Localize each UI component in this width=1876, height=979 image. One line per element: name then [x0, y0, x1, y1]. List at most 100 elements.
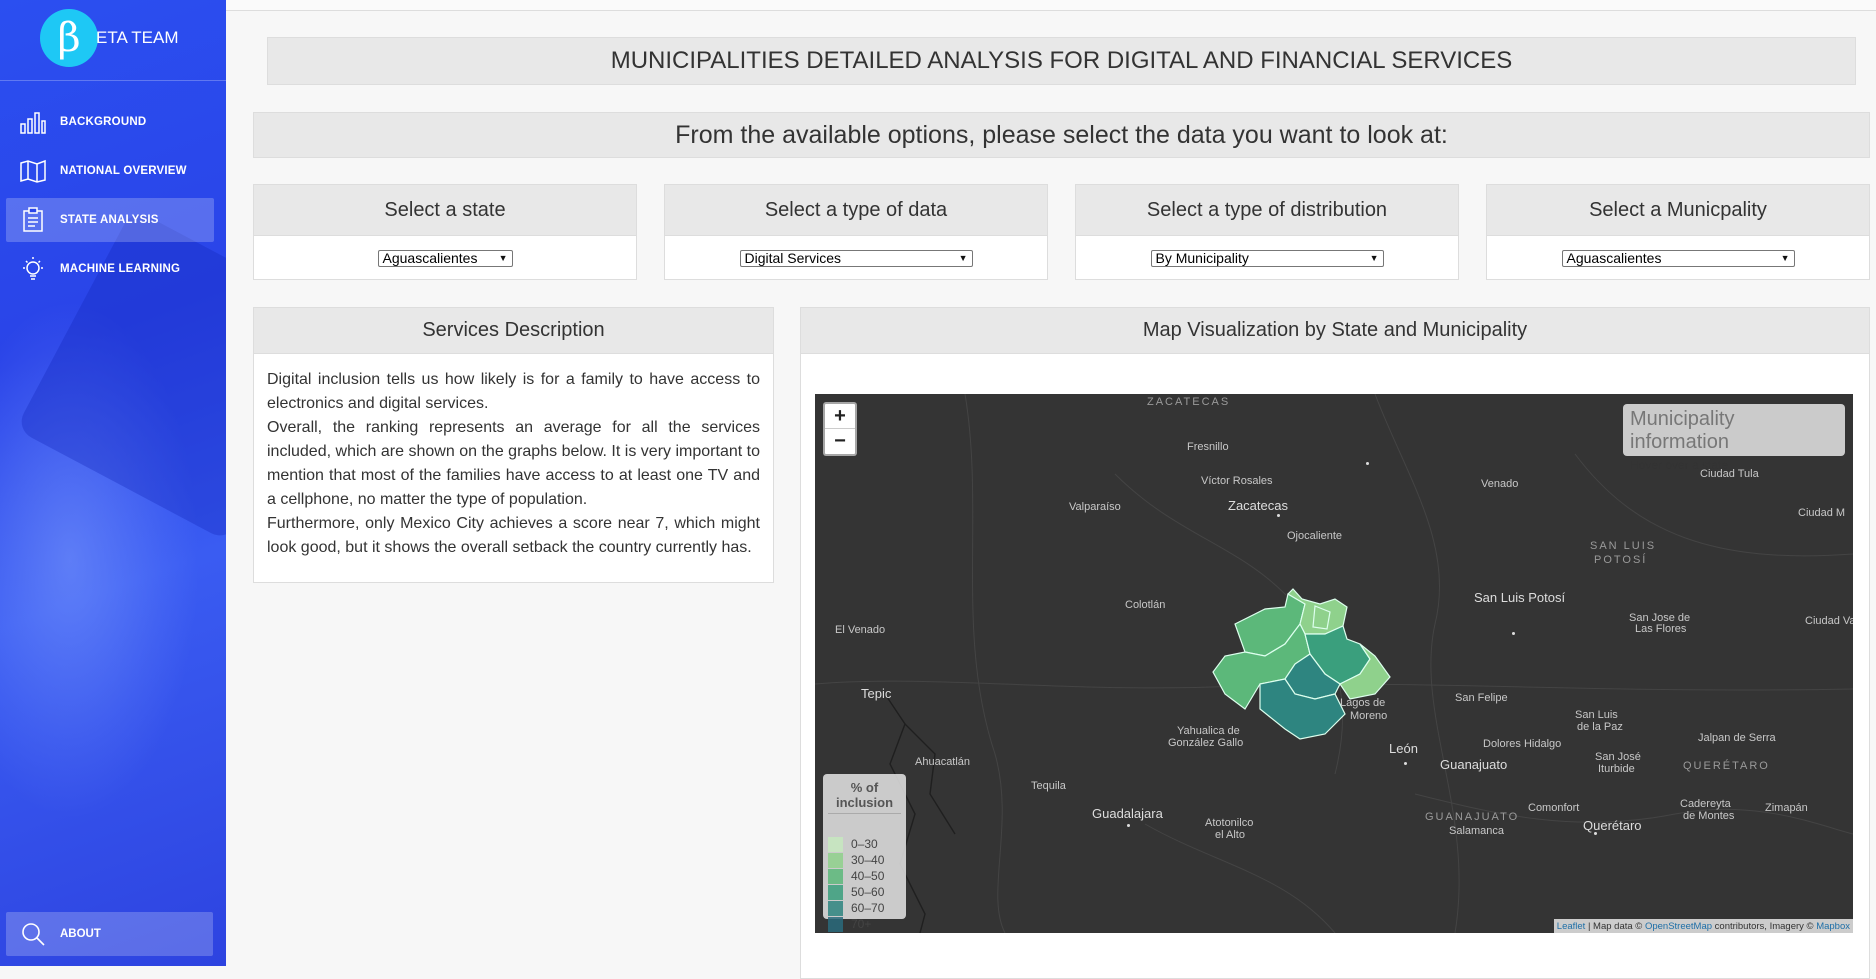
- chevron-down-icon: ▼: [958, 253, 968, 263]
- map-label: GUANAJUATO: [1425, 811, 1520, 823]
- map-label: ZACATECAS: [1147, 396, 1231, 408]
- municipality-info-panel: Municipality information Hover over a st…: [1623, 404, 1845, 472]
- city-dot: [1277, 514, 1280, 517]
- data-type-selector-card: Select a type of data Digital Services ▼: [664, 184, 1048, 280]
- mapbox-link[interactable]: Mapbox: [1816, 921, 1850, 932]
- legend-item: 30–40: [828, 852, 901, 868]
- brand-name: ETA TEAM: [96, 28, 179, 47]
- sidebar-item-label: MACHINE LEARNING: [60, 263, 181, 275]
- map-icon: [18, 156, 48, 186]
- map-label: Ojocaliente: [1287, 530, 1343, 542]
- map-label: Lagos de: [1340, 697, 1386, 709]
- map-label: González Gallo: [1168, 737, 1244, 749]
- map-label: Zacatecas: [1228, 498, 1288, 513]
- distribution-select-value: By Municipality: [1155, 250, 1249, 266]
- legend-label: 40–50: [851, 869, 885, 883]
- map-label: San José: [1595, 751, 1641, 763]
- services-description-title: Services Description: [254, 308, 773, 354]
- map-label: Zimapán: [1765, 802, 1808, 814]
- map-label: San Luis: [1575, 709, 1618, 721]
- chevron-down-icon: ▼: [1369, 253, 1379, 263]
- map-label: POTOSÍ: [1594, 554, 1648, 566]
- zoom-control: + −: [823, 402, 857, 456]
- sidebar-divider: [0, 80, 226, 81]
- legend-title: % of inclusion: [835, 780, 894, 810]
- map-label: de la Paz: [1577, 721, 1623, 733]
- map-label: Tepic: [861, 686, 892, 701]
- map-label: de Montes: [1683, 810, 1735, 822]
- city-dot: [1594, 832, 1597, 835]
- state-selector-label: Select a state: [254, 185, 636, 236]
- sidebar-item-label: BACKGROUND: [60, 116, 147, 128]
- map-label: Guadalajara: [1092, 806, 1163, 821]
- legend-label: 50–60: [851, 885, 885, 899]
- map-label: Colotlán: [1125, 599, 1166, 611]
- data-type-select[interactable]: Digital Services ▼: [739, 249, 973, 267]
- map-label: Iturbide: [1598, 763, 1635, 775]
- info-title: Municipality information: [1630, 408, 1735, 453]
- map-label: Atotonilco: [1205, 817, 1254, 829]
- map-label: Las Flores: [1635, 623, 1687, 635]
- map-label: Ciudad Va: [1805, 615, 1853, 627]
- openstreetmap-link[interactable]: OpenStreetMap: [1645, 921, 1712, 932]
- leaflet-link[interactable]: Leaflet: [1557, 921, 1586, 932]
- legend-swatch: [828, 868, 843, 884]
- map-label: Comonfort: [1528, 802, 1580, 814]
- sidebar-item-state-analysis[interactable]: STATE ANALYSIS: [6, 198, 214, 242]
- top-bar: [226, 0, 1876, 11]
- map-canvas[interactable]: + − Municipality information Hover over …: [815, 394, 1853, 933]
- sidebar-item-national-overview[interactable]: NATIONAL OVERVIEW: [6, 149, 214, 193]
- data-type-selector-label: Select a type of data: [665, 185, 1047, 236]
- municipality-select[interactable]: Aguascalientes ▼: [1561, 249, 1795, 267]
- clipboard-icon: [18, 205, 48, 235]
- map-label: Guanajuato: [1440, 757, 1508, 772]
- map-label: QUERÉTARO: [1683, 760, 1770, 772]
- map-attribution: Leaflet | Map data © OpenStreetMap contr…: [1553, 919, 1853, 933]
- sidebar-item-label: ABOUT: [60, 928, 101, 940]
- legend-swatch: [828, 836, 843, 852]
- map-label: Jalpan de Serra: [1698, 732, 1776, 744]
- municipality-selector-card: Select a Municpality Aguascalientes ▼: [1486, 184, 1870, 280]
- sidebar-item-label: STATE ANALYSIS: [60, 214, 159, 226]
- legend-swatch: [828, 884, 843, 900]
- sidebar-item-background[interactable]: BACKGROUND: [6, 100, 214, 144]
- brand[interactable]: β ETA TEAM: [40, 8, 179, 68]
- map-label: SAN LUIS: [1590, 540, 1657, 552]
- sidebar: β ETA TEAM BACKGROUND NATIONAL OVERVIEW …: [0, 0, 226, 966]
- map-label: Ciudad Tula: [1700, 468, 1759, 480]
- municipality-select-value: Aguascalientes: [1566, 250, 1662, 266]
- legend-label: 30–40: [851, 853, 885, 867]
- state-select[interactable]: Aguascalientes ▼: [377, 249, 513, 267]
- map-label: Fresnillo: [1187, 441, 1229, 453]
- zoom-out-button[interactable]: −: [825, 429, 855, 453]
- page-subtitle: From the available options, please selec…: [253, 112, 1870, 158]
- legend-swatch: [828, 916, 843, 932]
- sidebar-item-machine-learning[interactable]: MACHINE LEARNING: [6, 247, 214, 291]
- distribution-select[interactable]: By Municipality ▼: [1150, 249, 1384, 267]
- state-select-value: Aguascalientes: [382, 250, 478, 266]
- map-label: Venado: [1481, 478, 1519, 490]
- sidebar-item-label: NATIONAL OVERVIEW: [60, 165, 187, 177]
- legend-item: 0–30: [828, 836, 901, 852]
- services-description-text: Digital inclusion tells us how likely is…: [254, 354, 773, 574]
- map-label: Salamanca: [1449, 825, 1505, 837]
- map-title: Map Visualization by State and Municipal…: [801, 308, 1869, 354]
- description-paragraph: Digital inclusion tells us how likely is…: [267, 371, 760, 412]
- legend-swatch: [828, 852, 843, 868]
- zoom-in-button[interactable]: +: [825, 404, 855, 429]
- search-icon: [18, 919, 48, 949]
- map-label: Valparaíso: [1069, 501, 1121, 513]
- legend-label: 70+: [851, 917, 872, 931]
- map-label: Tequila: [1031, 780, 1066, 792]
- distribution-selector-card: Select a type of distribution By Municip…: [1075, 184, 1459, 280]
- map-label: El Venado: [835, 624, 886, 636]
- description-paragraph: Furthermore, only Mexico City achieves a…: [267, 515, 760, 556]
- city-dot: [1512, 632, 1515, 635]
- sidebar-item-about[interactable]: ABOUT: [6, 912, 213, 956]
- legend-swatch: [828, 900, 843, 916]
- chevron-down-icon: ▼: [1780, 253, 1790, 263]
- legend-divider: [828, 813, 901, 814]
- map-label: el Alto: [1215, 829, 1245, 841]
- map-legend: % of inclusion 0–30 30–40 40–50 50–60 60…: [823, 774, 906, 932]
- legend-label: 0–30: [851, 837, 878, 851]
